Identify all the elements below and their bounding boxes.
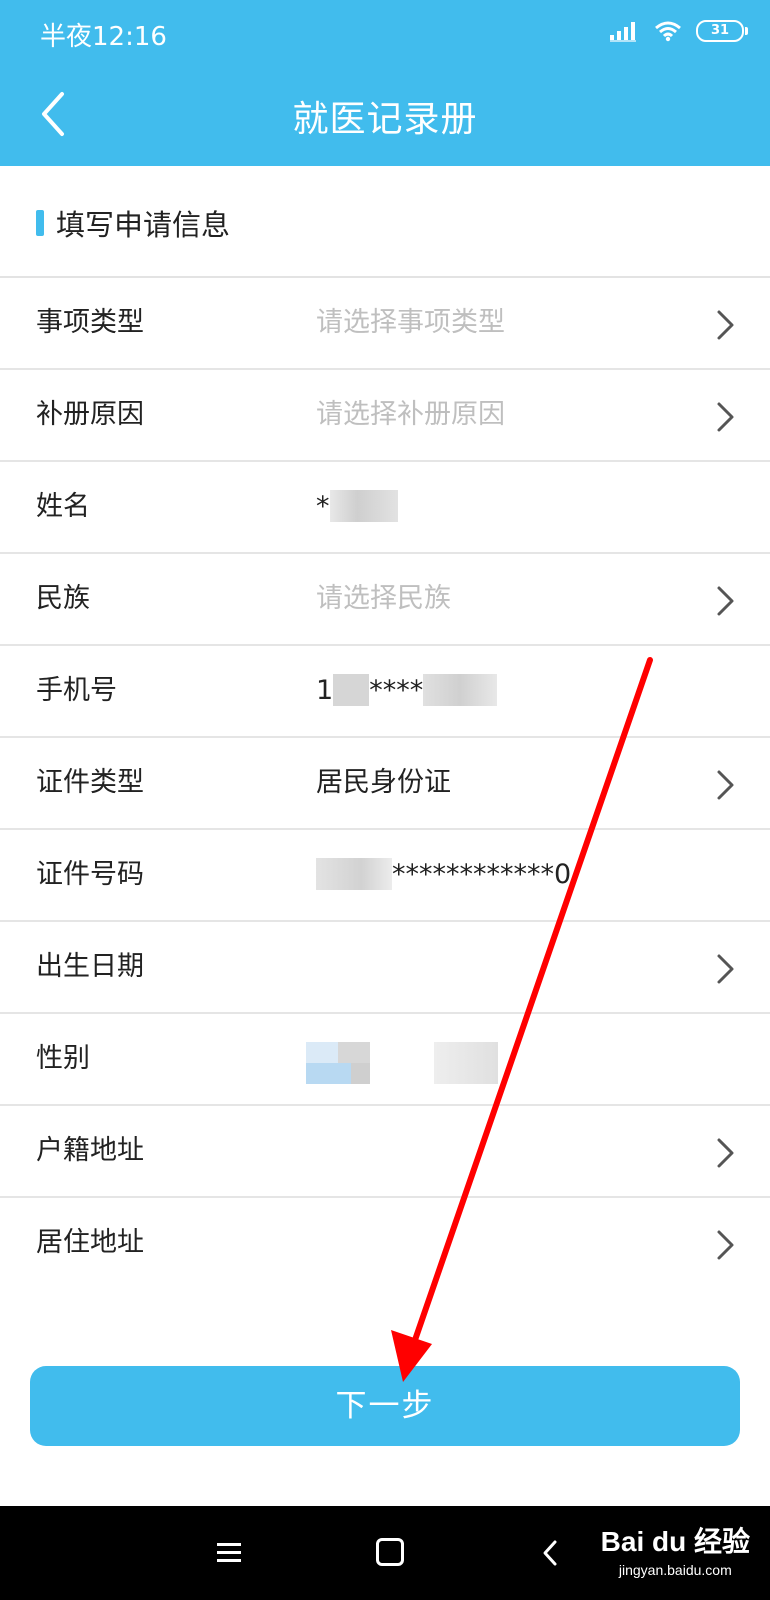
- redacted-block: [423, 673, 498, 706]
- app-header: 半夜12:16 31 就医记录册: [0, 0, 770, 166]
- wifi-icon: [655, 21, 681, 42]
- chevron-right-icon[interactable]: [710, 768, 740, 802]
- form-row-item-type[interactable]: 事项类型 请选择事项类型: [0, 278, 770, 370]
- row-label: 姓名: [36, 491, 90, 522]
- row-label: 手机号: [36, 675, 117, 706]
- chevron-right-icon[interactable]: [710, 1228, 740, 1262]
- nav-back-icon[interactable]: [540, 1538, 560, 1568]
- status-icons: 31: [610, 20, 748, 42]
- form-row-reissue-reason[interactable]: 补册原因 请选择补册原因: [0, 370, 770, 462]
- baidu-jingyan-watermark: Bai du 经验 jingyan.baidu.com: [601, 1520, 750, 1578]
- system-nav-bar: Bai du 经验 jingyan.baidu.com: [0, 1506, 770, 1600]
- battery-icon: 31: [696, 20, 748, 42]
- name-value: *: [316, 462, 398, 552]
- form-row-household-address[interactable]: 户籍地址: [0, 1106, 770, 1198]
- page-title: 就医记录册: [292, 99, 478, 140]
- row-label: 居住地址: [36, 1227, 144, 1258]
- phone-mask: ****: [369, 675, 424, 706]
- chevron-right-icon[interactable]: [710, 400, 740, 434]
- watermark-url: jingyan.baidu.com: [618, 1562, 732, 1578]
- status-time: 半夜12:16: [40, 22, 167, 52]
- row-label: 民族: [36, 583, 90, 614]
- application-form: 事项类型 请选择事项类型 补册原因 请选择补册原因 姓名 * 民族 请选择民族 …: [0, 278, 770, 1290]
- redacted-block: [316, 857, 392, 890]
- row-label: 证件号码: [36, 859, 144, 890]
- form-row-gender[interactable]: 性别: [0, 1014, 770, 1106]
- signal-icon: [610, 22, 636, 42]
- id-type-value: 居民身份证: [316, 767, 451, 798]
- row-label: 补册原因: [36, 399, 144, 430]
- chevron-right-icon[interactable]: [710, 308, 740, 342]
- chevron-right-icon[interactable]: [710, 952, 740, 986]
- section-title: 填写申请信息: [56, 208, 231, 242]
- row-label: 证件类型: [36, 767, 144, 798]
- phone-value: 1 ****: [316, 646, 498, 736]
- name-text: *: [316, 491, 330, 522]
- id-number-mask: ************0: [392, 859, 572, 890]
- row-label: 出生日期: [36, 951, 144, 982]
- ethnicity-placeholder: 请选择民族: [316, 583, 451, 614]
- form-row-id-type[interactable]: 证件类型 居民身份证: [0, 738, 770, 830]
- form-row-residence-address[interactable]: 居住地址: [0, 1198, 770, 1290]
- watermark-logo: Bai du 经验: [600, 1526, 750, 1557]
- chevron-right-icon[interactable]: [710, 1136, 740, 1170]
- form-row-birth-date[interactable]: 出生日期: [0, 922, 770, 1014]
- row-label: 事项类型: [36, 307, 144, 338]
- form-row-ethnicity[interactable]: 民族 请选择民族: [0, 554, 770, 646]
- gender-option-redacted[interactable]: [434, 1042, 498, 1084]
- phone-prefix: 1: [316, 675, 334, 706]
- redacted-block: [329, 489, 398, 522]
- form-row-phone: 手机号 1 ****: [0, 646, 770, 738]
- form-row-id-number: 证件号码 ************0: [0, 830, 770, 922]
- menu-icon[interactable]: [216, 1538, 242, 1568]
- form-row-name: 姓名 *: [0, 462, 770, 554]
- reissue-reason-placeholder: 请选择补册原因: [316, 399, 505, 430]
- redacted-block: [333, 673, 370, 706]
- section-header: 填写申请信息: [0, 166, 770, 278]
- next-step-button[interactable]: 下一步: [30, 1366, 740, 1446]
- home-icon[interactable]: [376, 1538, 404, 1566]
- row-label: 性别: [36, 1043, 90, 1074]
- id-number-value: ************0: [316, 830, 571, 920]
- item-type-placeholder: 请选择事项类型: [316, 307, 505, 338]
- gender-option-redacted[interactable]: [306, 1042, 370, 1084]
- row-label: 户籍地址: [36, 1135, 144, 1166]
- section-accent-bar: [36, 210, 44, 236]
- chevron-right-icon[interactable]: [710, 584, 740, 618]
